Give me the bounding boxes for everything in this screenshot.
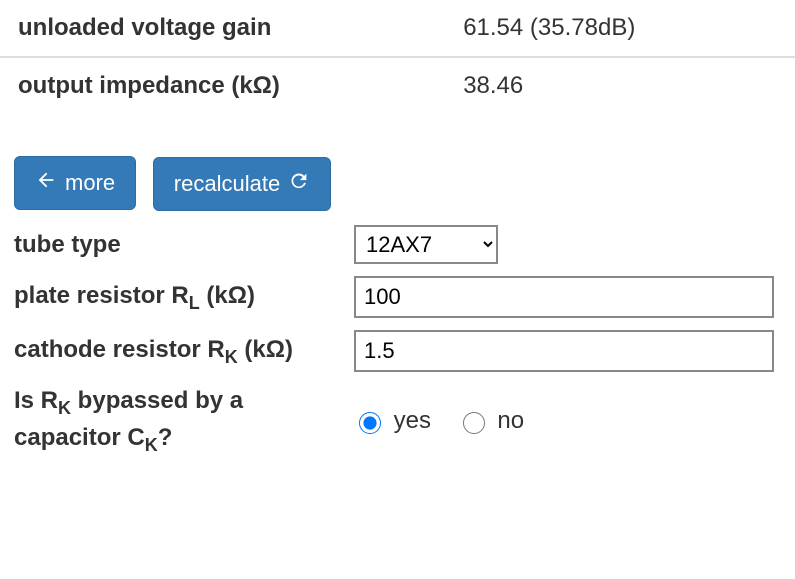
tube-type-label: tube type [14, 219, 354, 270]
more-button[interactable]: more [14, 156, 136, 210]
bypass-label: Is RK bypassed by a capacitor CK? [14, 378, 354, 464]
gain-value: 61.54 (35.78dB) [445, 0, 795, 57]
zout-value: 38.46 [445, 57, 795, 114]
results-row-gain: unloaded voltage gain 61.54 (35.78dB) [0, 0, 795, 57]
form-table: tube type 12AX7 plate resistor RL (kΩ) c… [14, 219, 782, 464]
gain-label: unloaded voltage gain [0, 0, 445, 57]
tube-type-select[interactable]: 12AX7 [356, 227, 496, 262]
bypass-no-label[interactable]: no [458, 407, 524, 434]
results-table: unloaded voltage gain 61.54 (35.78dB) ou… [0, 0, 795, 114]
row-plate-resistor: plate resistor RL (kΩ) [14, 270, 782, 324]
recalculate-button-label: recalculate [174, 171, 280, 197]
button-row: more recalculate [14, 156, 795, 211]
cathode-resistor-label: cathode resistor RK (kΩ) [14, 324, 354, 378]
bypass-no-radio[interactable] [463, 412, 485, 434]
bypass-yes-label[interactable]: yes [354, 407, 438, 434]
row-bypass: Is RK bypassed by a capacitor CK? yes no [14, 378, 782, 464]
row-tube-type: tube type 12AX7 [14, 219, 782, 270]
bypass-yes-radio[interactable] [359, 412, 381, 434]
cathode-resistor-input[interactable] [354, 330, 774, 372]
zout-label: output impedance (kΩ) [0, 57, 445, 114]
refresh-icon [288, 170, 310, 198]
row-cathode-resistor: cathode resistor RK (kΩ) [14, 324, 782, 378]
more-button-label: more [65, 170, 115, 196]
plate-resistor-label: plate resistor RL (kΩ) [14, 270, 354, 324]
results-row-zout: output impedance (kΩ) 38.46 [0, 57, 795, 114]
arrow-left-icon [35, 169, 57, 197]
plate-resistor-input[interactable] [354, 276, 774, 318]
recalculate-button[interactable]: recalculate [153, 157, 331, 211]
bypass-radio-group: yes no [354, 407, 774, 435]
